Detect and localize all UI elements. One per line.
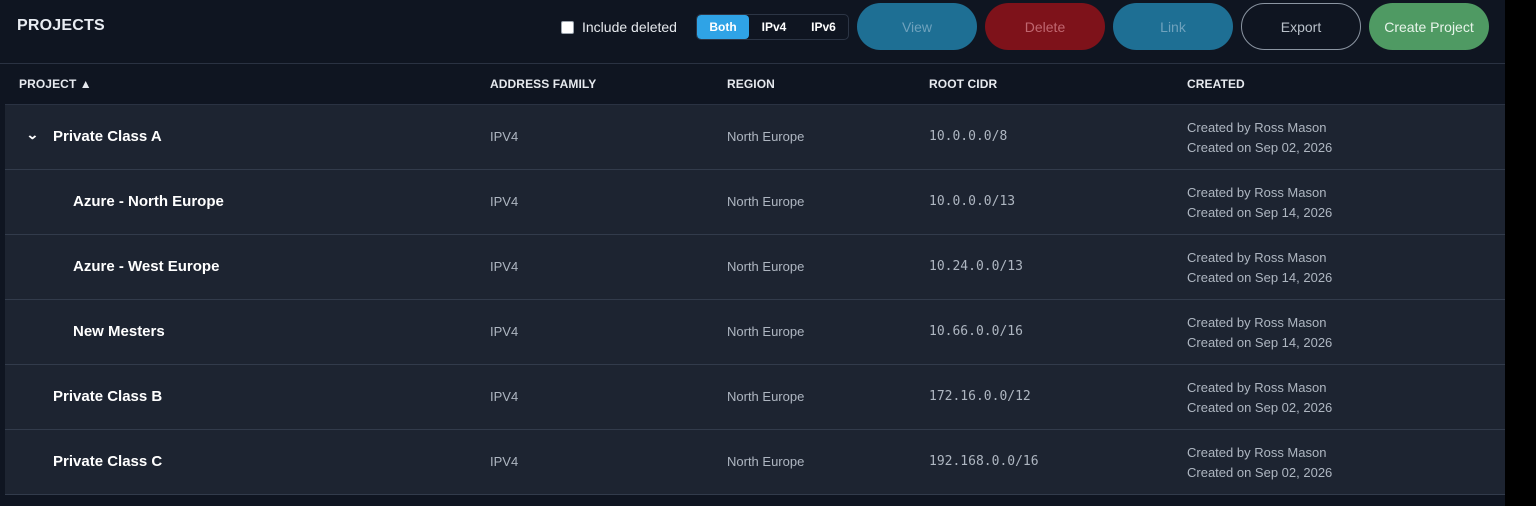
chevron-down-icon[interactable]: ⌄ — [26, 127, 39, 143]
filter-ipv4-button[interactable]: IPv4 — [749, 15, 799, 39]
project-name: Private Class B — [53, 388, 163, 405]
include-deleted-checkbox[interactable] — [561, 20, 574, 34]
table-row[interactable]: New Mesters IPV4 North Europe 10.66.0.0/… — [5, 300, 1505, 365]
project-name: Azure - North Europe — [73, 193, 224, 210]
created-info: Created by Ross Mason Created on Sep 14,… — [1187, 313, 1332, 353]
address-family: IPV4 — [490, 194, 519, 209]
region: North Europe — [727, 389, 805, 404]
table-row[interactable]: Private Class C IPV4 North Europe 192.16… — [5, 430, 1505, 495]
created-on: Created on Sep 02, 2026 — [1187, 400, 1333, 415]
created-by: Created by Ross Mason — [1187, 185, 1327, 200]
column-address-family-header[interactable]: ADDRESS FAMILY — [490, 77, 596, 91]
create-project-button[interactable]: Create Project — [1369, 3, 1489, 50]
region: North Europe — [727, 454, 805, 469]
created-by: Created by Ross Mason — [1187, 315, 1327, 330]
created-by: Created by Ross Mason — [1187, 380, 1327, 395]
address-family: IPV4 — [490, 324, 519, 339]
toolbar: PROJECTS Include deleted Both IPv4 IPv6 … — [0, 0, 1505, 64]
root-cidr: 10.0.0.0/13 — [929, 194, 1016, 209]
region: North Europe — [727, 324, 805, 339]
root-cidr: 10.66.0.0/16 — [929, 324, 1023, 339]
root-cidr: 192.168.0.0/16 — [929, 454, 1039, 469]
address-family: IPV4 — [490, 454, 519, 469]
created-on: Created on Sep 14, 2026 — [1187, 270, 1333, 285]
root-cidr: 10.0.0.0/8 — [929, 129, 1008, 144]
created-by: Created by Ross Mason — [1187, 445, 1327, 460]
project-name: Private Class A — [53, 128, 162, 145]
project-name: Azure - West Europe — [73, 258, 220, 275]
created-info: Created by Ross Mason Created on Sep 02,… — [1187, 443, 1332, 483]
region: North Europe — [727, 129, 805, 144]
window-edge — [1505, 0, 1536, 506]
project-name: New Mesters — [73, 323, 165, 340]
address-family: IPV4 — [490, 259, 519, 274]
created-info: Created by Ross Mason Created on Sep 14,… — [1187, 183, 1332, 223]
region: North Europe — [727, 194, 805, 209]
export-button[interactable]: Export — [1241, 3, 1361, 50]
delete-button[interactable]: Delete — [985, 3, 1105, 50]
created-by: Created by Ross Mason — [1187, 120, 1327, 135]
table-header: PROJECT ▲ ADDRESS FAMILY REGION ROOT CID… — [5, 64, 1505, 105]
column-project-header[interactable]: PROJECT ▲ — [19, 77, 92, 91]
address-family-filter: Both IPv4 IPv6 — [696, 14, 849, 40]
table-row[interactable]: Azure - West Europe IPV4 North Europe 10… — [5, 235, 1505, 300]
created-info: Created by Ross Mason Created on Sep 14,… — [1187, 248, 1332, 288]
address-family: IPV4 — [490, 389, 519, 404]
created-on: Created on Sep 02, 2026 — [1187, 140, 1333, 155]
page-title: PROJECTS — [17, 17, 105, 34]
projects-panel: PROJECTS Include deleted Both IPv4 IPv6 … — [0, 0, 1505, 506]
root-cidr: 10.24.0.0/13 — [929, 259, 1023, 274]
column-region-header[interactable]: REGION — [727, 77, 775, 91]
link-button[interactable]: Link — [1113, 3, 1233, 50]
table-row[interactable]: Azure - North Europe IPV4 North Europe 1… — [5, 170, 1505, 235]
created-info: Created by Ross Mason Created on Sep 02,… — [1187, 118, 1332, 158]
table-row[interactable]: ⌄ Private Class A IPV4 North Europe 10.0… — [5, 105, 1505, 170]
filter-both-button[interactable]: Both — [697, 15, 749, 39]
region: North Europe — [727, 259, 805, 274]
column-created-header[interactable]: CREATED — [1187, 77, 1245, 91]
created-on: Created on Sep 14, 2026 — [1187, 205, 1333, 220]
created-on: Created on Sep 14, 2026 — [1187, 335, 1333, 350]
root-cidr: 172.16.0.0/12 — [929, 389, 1031, 404]
project-name: Private Class C — [53, 453, 163, 470]
column-root-cidr-header[interactable]: ROOT CIDR — [929, 77, 997, 91]
view-button[interactable]: View — [857, 3, 977, 50]
created-on: Created on Sep 02, 2026 — [1187, 465, 1333, 480]
created-info: Created by Ross Mason Created on Sep 02,… — [1187, 378, 1332, 418]
filter-ipv6-button[interactable]: IPv6 — [799, 15, 848, 39]
include-deleted-toggle[interactable]: Include deleted — [561, 19, 677, 35]
address-family: IPV4 — [490, 129, 519, 144]
created-by: Created by Ross Mason — [1187, 250, 1327, 265]
table-row[interactable]: Private Class B IPV4 North Europe 172.16… — [5, 365, 1505, 430]
include-deleted-label: Include deleted — [582, 19, 677, 35]
